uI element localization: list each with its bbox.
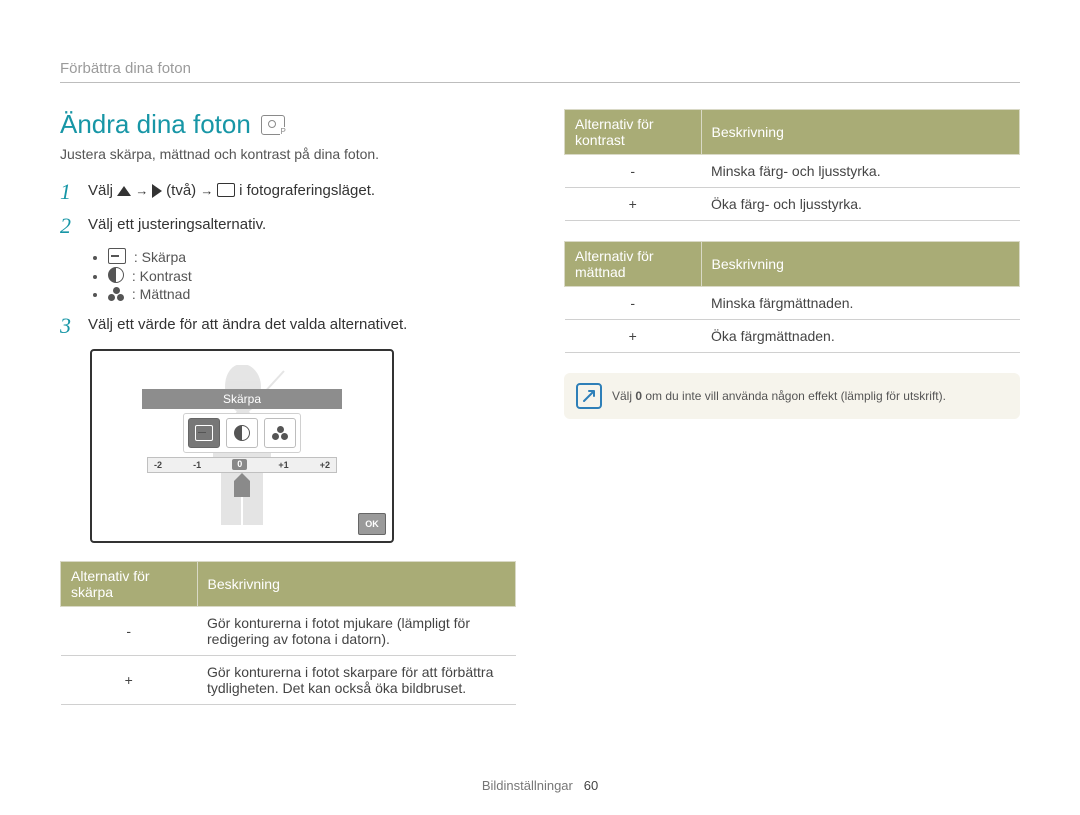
sharpness-toggle[interactable] (188, 418, 220, 448)
right-triangle-icon (152, 184, 162, 198)
screen-illustration: Skärpa -2 -1 0 (90, 349, 394, 543)
scale-pointer-icon (232, 473, 252, 499)
left-column: Ändra dina foton P Justera skärpa, mättn… (60, 109, 516, 725)
tick-minus-2: -2 (154, 460, 162, 470)
table-row: + Gör konturerna i fotot skarpare för at… (61, 655, 516, 704)
note-icon (576, 383, 602, 409)
table-row: - Minska färgmättnaden. (565, 287, 1020, 320)
saturation-icon (272, 426, 288, 440)
tick-plus-2: +2 (320, 460, 330, 470)
table-header: Alternativ för kontrast (565, 110, 702, 155)
table-row: + Öka färgmättnaden. (565, 320, 1020, 353)
step-3-text: Välj ett värde för att ändra det valda a… (88, 314, 407, 338)
adjust-toggle-group (183, 413, 301, 453)
contrast-icon (108, 267, 124, 283)
step-3: 3 Välj ett värde för att ändra det valda… (60, 314, 516, 338)
list-item: : Skärpa (108, 248, 516, 265)
option-description: Öka färgmättnaden. (701, 320, 1020, 353)
step-2: 2 Välj ett justeringsalternativ. (60, 214, 516, 238)
up-triangle-icon (117, 186, 131, 196)
note-text: Välj 0 om du inte vill använda någon eff… (612, 389, 946, 403)
value-scale: -2 -1 0 +1 +2 (147, 457, 337, 473)
table-header: Beskrivning (701, 110, 1020, 155)
contrast-option-table: Alternativ för kontrast Beskrivning - Mi… (564, 109, 1020, 221)
option-symbol: - (61, 606, 198, 655)
sharpness-option-table: Alternativ för skärpa Beskrivning - Gör … (60, 561, 516, 705)
step-number: 2 (60, 214, 78, 238)
step-number: 1 (60, 180, 78, 204)
contrast-toggle[interactable] (226, 418, 258, 448)
breadcrumb: Förbättra dina foton (60, 60, 191, 77)
scale-track[interactable]: -2 -1 0 +1 +2 (147, 457, 337, 473)
tick-zero: 0 (232, 459, 247, 470)
option-symbol: + (565, 188, 702, 221)
step-1-prefix: Välj (88, 182, 117, 199)
arrow-right-icon: → (135, 183, 152, 198)
option-description: Öka färg- och ljusstyrka. (701, 188, 1020, 221)
option-description: Minska färgmättnaden. (701, 287, 1020, 320)
footer-section: Bildinställningar (482, 778, 573, 793)
page-footer: Bildinställningar 60 (0, 778, 1080, 793)
tick-plus-1: +1 (278, 460, 288, 470)
camera-mode-p-icon: P (261, 115, 285, 135)
list-item: : Mättnad (108, 286, 516, 302)
table-header: Beskrivning (701, 242, 1020, 287)
saturation-toggle[interactable] (264, 418, 296, 448)
option-description: Gör konturerna i fotot skarpare för att … (197, 655, 516, 704)
content-columns: Ändra dina foton P Justera skärpa, mättn… (60, 109, 1020, 725)
intro-text: Justera skärpa, mättnad och kontrast på … (60, 146, 516, 162)
adjust-icon (217, 183, 235, 197)
step-1-suffix: i fotograferingsläget. (239, 182, 375, 199)
sharpness-icon (108, 248, 126, 264)
adjust-options-list: : Skärpa : Kontrast : Mättnad (90, 248, 516, 302)
option-symbol: - (565, 155, 702, 188)
note-post: om du inte vill använda någon effekt (lä… (642, 389, 946, 403)
title-text: Ändra dina foton (60, 109, 251, 140)
step-2-text: Välj ett justeringsalternativ. (88, 214, 266, 238)
bullet-label: : Mättnad (132, 286, 190, 302)
table-header: Alternativ för skärpa (61, 561, 198, 606)
note-pre: Välj (612, 389, 635, 403)
option-description: Minska färg- och ljusstyrka. (701, 155, 1020, 188)
tick-minus-1: -1 (193, 460, 201, 470)
ok-button[interactable]: OK (358, 513, 386, 535)
page-title: Ändra dina foton P (60, 109, 516, 140)
mode-badge-letter: P (280, 127, 285, 136)
option-symbol: + (61, 655, 198, 704)
arrow-right-icon-2: → (200, 183, 217, 198)
sharpness-icon (195, 425, 213, 441)
page: Förbättra dina foton Ändra dina foton P … (0, 0, 1080, 815)
header-rule: Förbättra dina foton (60, 60, 1020, 83)
table-row: + Öka färg- och ljusstyrka. (565, 188, 1020, 221)
option-symbol: - (565, 287, 702, 320)
step-1: 1 Välj → (två) → i fotograferingsläget. (60, 180, 516, 204)
step-1-text: Välj → (två) → i fotograferingsläget. (88, 180, 375, 204)
illus-label: Skärpa (142, 389, 342, 409)
table-row: - Gör konturerna i fotot mjukare (lämpli… (61, 606, 516, 655)
option-symbol: + (565, 320, 702, 353)
list-item: : Kontrast (108, 267, 516, 284)
option-description: Gör konturerna i fotot mjukare (lämpligt… (197, 606, 516, 655)
bullet-label: : Skärpa (134, 249, 186, 265)
table-row: - Minska färg- och ljusstyrka. (565, 155, 1020, 188)
saturation-icon (108, 287, 124, 301)
table-header: Alternativ för mättnad (565, 242, 702, 287)
step-number: 3 (60, 314, 78, 338)
page-number: 60 (584, 778, 598, 793)
right-column: Alternativ för kontrast Beskrivning - Mi… (564, 109, 1020, 725)
saturation-option-table: Alternativ för mättnad Beskrivning - Min… (564, 241, 1020, 353)
bullet-label: : Kontrast (132, 268, 192, 284)
step-1-two: (två) (166, 182, 200, 199)
note-box: Välj 0 om du inte vill använda någon eff… (564, 373, 1020, 419)
table-header: Beskrivning (197, 561, 516, 606)
contrast-icon (234, 425, 250, 441)
